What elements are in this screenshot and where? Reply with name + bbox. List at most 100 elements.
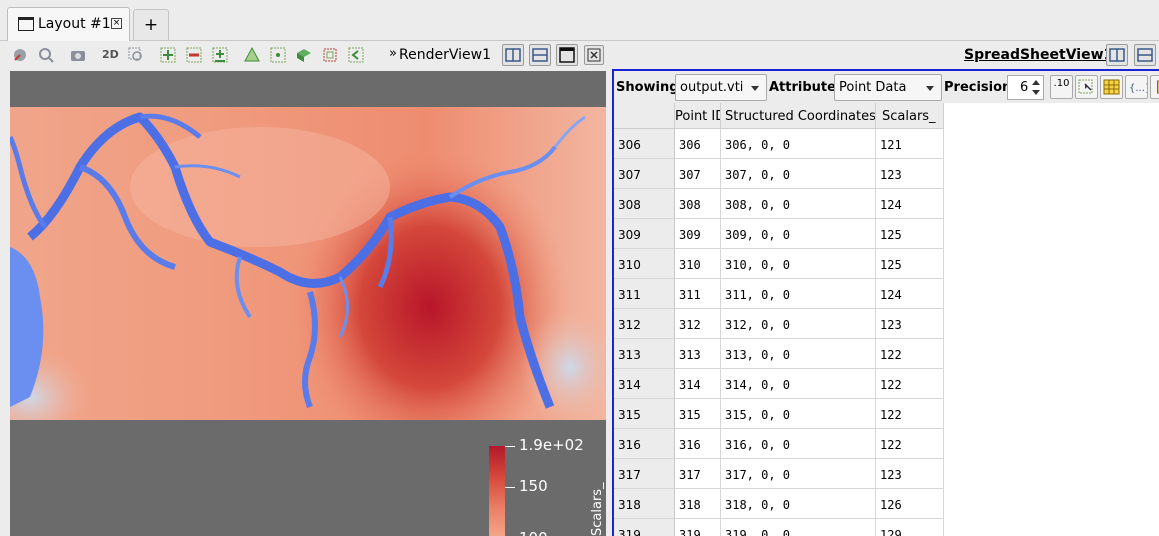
close-tab-icon[interactable]: × [111,18,122,29]
remove-selection-icon[interactable] [185,46,203,64]
attribute-select[interactable]: Point Data [834,74,942,101]
capture-screenshot-icon[interactable] [69,46,87,64]
cell-scalars[interactable]: 125 [876,249,944,279]
select-cells-frustum-icon[interactable] [321,46,339,64]
table-row[interactable]: 313 313 313, 0, 0 122 [614,339,944,369]
cell-structured-coordinates[interactable]: 316, 0, 0 [721,429,876,459]
cell-point-id[interactable]: 314 [675,369,721,399]
interact-select-icon[interactable] [159,46,177,64]
maximize-view-button[interactable] [556,44,578,66]
split-horizontal-button[interactable] [502,44,524,66]
grow-selection-icon[interactable] [347,46,365,64]
cell-structured-coordinates[interactable]: 309, 0, 0 [721,219,876,249]
row-number[interactable]: 311 [614,279,675,309]
show-only-selected-icon[interactable] [1075,75,1098,99]
showing-select[interactable]: output.vti [675,74,767,101]
cell-point-id[interactable]: 309 [675,219,721,249]
precision-spinbox[interactable]: 6 [1007,75,1044,100]
fixed-notation-button[interactable]: .10 [1050,75,1073,99]
more-tools-icon[interactable]: » [389,46,397,61]
table-row[interactable]: 310 310 310, 0, 0 125 [614,249,944,279]
zoom-to-box-icon[interactable] [127,46,145,64]
cell-scalars[interactable]: 125 [876,219,944,249]
row-number[interactable]: 313 [614,339,675,369]
reset-camera-icon[interactable] [11,46,29,64]
cell-point-id[interactable]: 317 [675,459,721,489]
cell-point-id[interactable]: 308 [675,189,721,219]
cell-point-id[interactable]: 319 [675,519,721,536]
cell-point-id[interactable]: 316 [675,429,721,459]
row-number[interactable]: 319 [614,519,675,536]
row-number[interactable]: 307 [614,159,675,189]
add-selection-icon[interactable] [211,46,229,64]
split-vertical-button[interactable] [1134,44,1156,66]
cell-scalars[interactable]: 126 [876,489,944,519]
row-number[interactable]: 312 [614,309,675,339]
table-row[interactable]: 308 308 308, 0, 0 124 [614,189,944,219]
cell-structured-coordinates[interactable]: 314, 0, 0 [721,369,876,399]
spin-up-icon[interactable] [1032,80,1040,85]
spin-down-icon[interactable] [1032,90,1040,95]
select-block-icon[interactable] [295,46,313,64]
cell-point-id[interactable]: 307 [675,159,721,189]
cell-scalars[interactable]: 122 [876,369,944,399]
row-number[interactable]: 310 [614,249,675,279]
cell-scalars[interactable]: 124 [876,189,944,219]
row-number[interactable]: 306 [614,129,675,159]
cell-scalars[interactable]: 124 [876,279,944,309]
row-number[interactable]: 315 [614,399,675,429]
cell-scalars[interactable]: 122 [876,399,944,429]
table-row[interactable]: 317 317 317, 0, 0 123 [614,459,944,489]
table-row[interactable]: 309 309 309, 0, 0 125 [614,219,944,249]
cell-scalars[interactable]: 123 [876,159,944,189]
cell-scalars[interactable]: 123 [876,459,944,489]
cell-scalars[interactable]: 122 [876,339,944,369]
row-number[interactable]: 318 [614,489,675,519]
cell-structured-coordinates[interactable]: 307, 0, 0 [721,159,876,189]
toggle-cell-connectivity-icon[interactable]: {...} [1125,75,1151,99]
cell-point-id[interactable]: 306 [675,129,721,159]
cell-point-id[interactable]: 313 [675,339,721,369]
row-number[interactable]: 308 [614,189,675,219]
column-header-structured-coordinates[interactable]: Structured Coordinates [721,103,876,129]
cell-point-id[interactable]: 310 [675,249,721,279]
add-layout-tab-button[interactable]: + [133,9,169,40]
close-view-button[interactable] [584,45,604,65]
table-row[interactable]: 314 314 314, 0, 0 122 [614,369,944,399]
render-view-canvas[interactable]: 1.9e+02 150 100 Scalars_ [10,71,606,536]
cell-structured-coordinates[interactable]: 319, 0, 0 [721,519,876,536]
export-spreadsheet-icon[interactable] [1150,75,1159,99]
cell-structured-coordinates[interactable]: 310, 0, 0 [721,249,876,279]
split-vertical-button[interactable] [529,44,551,66]
select-points-icon[interactable] [269,46,287,64]
select-cells-icon[interactable] [243,46,261,64]
column-header-scalars[interactable]: Scalars_ [876,103,944,129]
spreadsheet-view-title[interactable]: SpreadSheetView1 [964,47,1113,63]
table-row[interactable]: 311 311 311, 0, 0 124 [614,279,944,309]
cell-structured-coordinates[interactable]: 315, 0, 0 [721,399,876,429]
cell-structured-coordinates[interactable]: 306, 0, 0 [721,129,876,159]
2d-toggle-icon[interactable]: 2D [102,48,122,66]
cell-structured-coordinates[interactable]: 308, 0, 0 [721,189,876,219]
zoom-to-data-icon[interactable] [37,46,55,64]
row-number[interactable]: 316 [614,429,675,459]
row-number[interactable]: 309 [614,219,675,249]
row-number[interactable]: 314 [614,369,675,399]
cell-point-id[interactable]: 311 [675,279,721,309]
table-row[interactable]: 318 318 318, 0, 0 126 [614,489,944,519]
cell-point-id[interactable]: 312 [675,309,721,339]
cell-point-id[interactable]: 318 [675,489,721,519]
cell-scalars[interactable]: 122 [876,429,944,459]
table-row[interactable]: 312 312 312, 0, 0 123 [614,309,944,339]
tab-layout-1[interactable]: Layout #1 × [7,7,130,41]
cell-structured-coordinates[interactable]: 318, 0, 0 [721,489,876,519]
cell-structured-coordinates[interactable]: 313, 0, 0 [721,339,876,369]
cell-structured-coordinates[interactable]: 311, 0, 0 [721,279,876,309]
row-number[interactable]: 317 [614,459,675,489]
table-row[interactable]: 306 306 306, 0, 0 121 [614,129,944,159]
table-row[interactable]: 319 319 319, 0, 0 129 [614,519,944,536]
toggle-column-visibility-icon[interactable] [1100,75,1123,99]
cell-scalars[interactable]: 123 [876,309,944,339]
cell-structured-coordinates[interactable]: 317, 0, 0 [721,459,876,489]
column-header-point-id[interactable]: Point ID [675,103,721,129]
